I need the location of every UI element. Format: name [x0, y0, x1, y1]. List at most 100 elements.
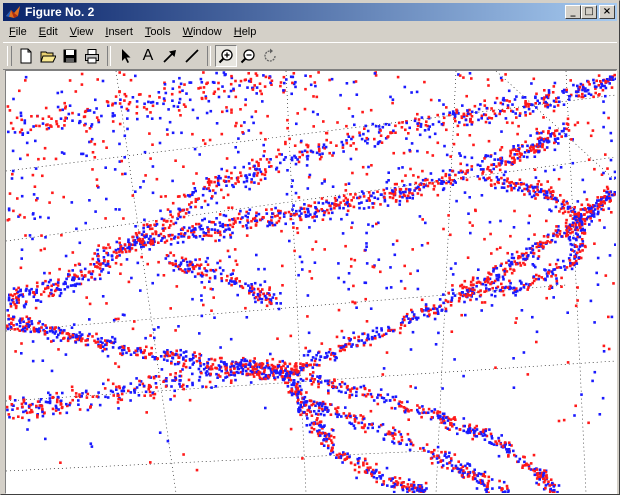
menu-insert[interactable]: Insert	[99, 23, 139, 41]
scatter-point	[397, 121, 401, 125]
scatter-point	[534, 185, 537, 189]
zoom-out-button[interactable]	[237, 45, 259, 67]
minimize-button[interactable]: _	[565, 5, 581, 19]
print-button[interactable]	[81, 45, 103, 67]
scatter-point	[277, 307, 281, 311]
scatter-point	[602, 344, 606, 348]
close-button[interactable]: ×	[599, 5, 615, 19]
menu-edit[interactable]: Edit	[33, 23, 64, 41]
scatter-point	[184, 212, 188, 215]
scatter-point	[18, 213, 22, 217]
maximize-button[interactable]: □	[581, 5, 597, 19]
open-file-button[interactable]	[37, 45, 59, 67]
scatter-point	[543, 478, 547, 482]
scatter-point	[22, 320, 25, 323]
scatter-point	[246, 219, 249, 222]
scatter-point	[276, 214, 279, 217]
menu-file[interactable]: File	[3, 23, 33, 41]
title-bar[interactable]: Figure No. 2 _ □ ×	[3, 3, 617, 21]
scatter-point	[562, 418, 566, 422]
scatter-point	[264, 377, 267, 381]
scatter-point	[67, 273, 70, 276]
plot-canvas[interactable]	[5, 70, 617, 494]
scatter-point	[521, 254, 525, 257]
scatter-point	[200, 206, 203, 209]
scatter-point	[202, 86, 206, 89]
scatter-point	[420, 415, 423, 419]
scatter-point	[605, 185, 609, 189]
insert-arrow-button[interactable]	[159, 45, 181, 67]
menu-tools[interactable]: Tools	[139, 23, 177, 41]
scatter-point	[152, 396, 156, 400]
scatter-point	[459, 463, 463, 466]
scatter-point	[81, 337, 84, 340]
scatter-point	[227, 179, 231, 183]
scatter-point	[438, 305, 441, 308]
scatter-point	[576, 121, 580, 124]
scatter-point	[381, 373, 385, 376]
scatter-point	[487, 84, 490, 87]
scatter-point	[29, 330, 33, 334]
scatter-point	[49, 326, 52, 330]
scatter-point	[386, 484, 389, 487]
scatter-point	[253, 164, 256, 168]
scatter-point	[387, 179, 390, 182]
menu-view[interactable]: View	[64, 23, 100, 41]
insert-text-button[interactable]: A	[137, 45, 159, 67]
scatter-point	[437, 331, 440, 335]
scatter-point	[319, 355, 323, 358]
scatter-point	[451, 284, 454, 287]
scatter-point	[504, 117, 508, 120]
scatter-point	[312, 410, 316, 413]
scatter-point	[406, 487, 409, 491]
edit-plot-button[interactable]	[115, 45, 137, 67]
scatter-point	[551, 194, 554, 197]
scatter-point	[24, 75, 28, 79]
scatter-point	[535, 481, 538, 485]
scatter-point	[535, 132, 539, 135]
new-figure-button[interactable]	[15, 45, 37, 67]
scatter-point	[237, 212, 241, 216]
scatter-point	[261, 288, 264, 291]
scatter-point	[95, 178, 99, 181]
scatter-point	[198, 359, 201, 363]
scatter-point	[72, 323, 76, 326]
scatter-point	[569, 79, 572, 82]
scatter-point	[312, 400, 316, 404]
scatter-point	[462, 76, 465, 79]
scatter-point	[299, 413, 302, 417]
scatter-point	[390, 406, 394, 410]
scatter-point	[343, 452, 346, 456]
scatter-point	[366, 333, 370, 337]
scatter-point	[348, 421, 351, 425]
scatter-point	[533, 168, 537, 171]
rotate-3d-button[interactable]	[259, 45, 281, 67]
save-button[interactable]	[59, 45, 81, 67]
scatter-point	[36, 114, 39, 118]
scatter-point	[48, 271, 51, 275]
scatter-point	[529, 145, 533, 149]
scatter-point	[526, 155, 529, 159]
scatter-point	[329, 217, 332, 221]
scatter-point	[597, 210, 600, 214]
zoom-in-button[interactable]	[215, 45, 237, 67]
scatter-point	[250, 283, 253, 286]
scatter-point	[454, 464, 458, 468]
scatter-point	[556, 258, 560, 262]
scatter-point	[604, 153, 607, 156]
scatter-point	[576, 90, 580, 93]
scatter-point	[78, 331, 82, 334]
scatter-point	[532, 77, 536, 81]
scatter-point	[87, 271, 91, 274]
menu-window[interactable]: Window	[177, 23, 228, 41]
menu-help[interactable]: Help	[228, 23, 263, 41]
scatter-point	[179, 379, 182, 382]
scatter-point	[410, 487, 414, 491]
scatter-point	[318, 406, 321, 410]
insert-line-button[interactable]	[181, 45, 203, 67]
scatter-point	[372, 265, 376, 269]
scatter-point	[489, 155, 492, 158]
scatter-point	[364, 297, 367, 301]
toolbar-grip[interactable]	[7, 46, 12, 66]
scatter-point	[493, 101, 497, 105]
